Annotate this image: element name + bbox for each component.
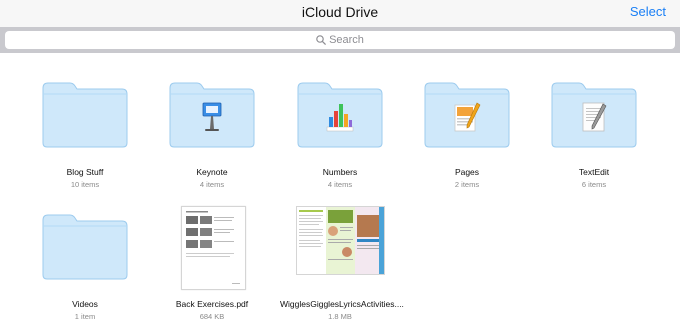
folder-keynote[interactable]: Keynote 4 items bbox=[152, 82, 272, 189]
page-title: iCloud Drive bbox=[301, 4, 379, 20]
item-size: 1.8 MB bbox=[328, 312, 352, 321]
select-button[interactable]: Select bbox=[630, 4, 666, 19]
folder-icon bbox=[42, 214, 128, 280]
keynote-icon bbox=[202, 102, 222, 131]
item-count: 2 items bbox=[454, 180, 480, 189]
item-name: Numbers bbox=[322, 167, 358, 177]
pdf-thumbnail bbox=[181, 206, 246, 290]
item-name: TextEdit bbox=[578, 167, 610, 177]
search-input[interactable]: Search bbox=[5, 31, 675, 49]
item-count: 4 items bbox=[199, 180, 225, 189]
navigation-bar: iCloud Drive Select bbox=[0, 0, 680, 27]
item-name: WigglesGigglesLyricsActivities.... bbox=[280, 299, 404, 309]
item-name: Keynote bbox=[196, 167, 228, 177]
folder-numbers[interactable]: Numbers 4 items bbox=[280, 82, 400, 189]
search-bar-container: Search bbox=[0, 27, 680, 53]
folder-blog-stuff[interactable]: Blog Stuff 10 items bbox=[25, 82, 145, 189]
item-count: 6 items bbox=[581, 180, 607, 189]
item-name: Blog Stuff bbox=[66, 167, 104, 177]
item-size: 684 KB bbox=[199, 312, 225, 321]
item-name: Videos bbox=[72, 299, 98, 309]
brochure-thumbnail bbox=[296, 206, 385, 275]
file-back-exercises-pdf[interactable]: Back Exercises.pdf 684 KB bbox=[152, 206, 272, 321]
item-count: 4 items bbox=[327, 180, 353, 189]
search-icon bbox=[316, 35, 326, 45]
textedit-icon bbox=[582, 102, 607, 132]
folder-icon bbox=[42, 82, 128, 148]
numbers-icon bbox=[326, 104, 354, 132]
file-wiggles-giggles[interactable]: WigglesGigglesLyricsActivities.... 1.8 M… bbox=[280, 206, 404, 321]
folder-pages[interactable]: Pages 2 items bbox=[407, 82, 527, 189]
item-name: Back Exercises.pdf bbox=[175, 299, 249, 309]
search-placeholder: Search bbox=[329, 34, 364, 46]
folder-videos[interactable]: Videos 1 item bbox=[25, 214, 145, 321]
pages-icon bbox=[454, 102, 481, 132]
item-count: 1 item bbox=[74, 312, 96, 321]
item-name: Pages bbox=[454, 167, 480, 177]
folder-textedit[interactable]: TextEdit 6 items bbox=[534, 82, 654, 189]
item-count: 10 items bbox=[70, 180, 100, 189]
